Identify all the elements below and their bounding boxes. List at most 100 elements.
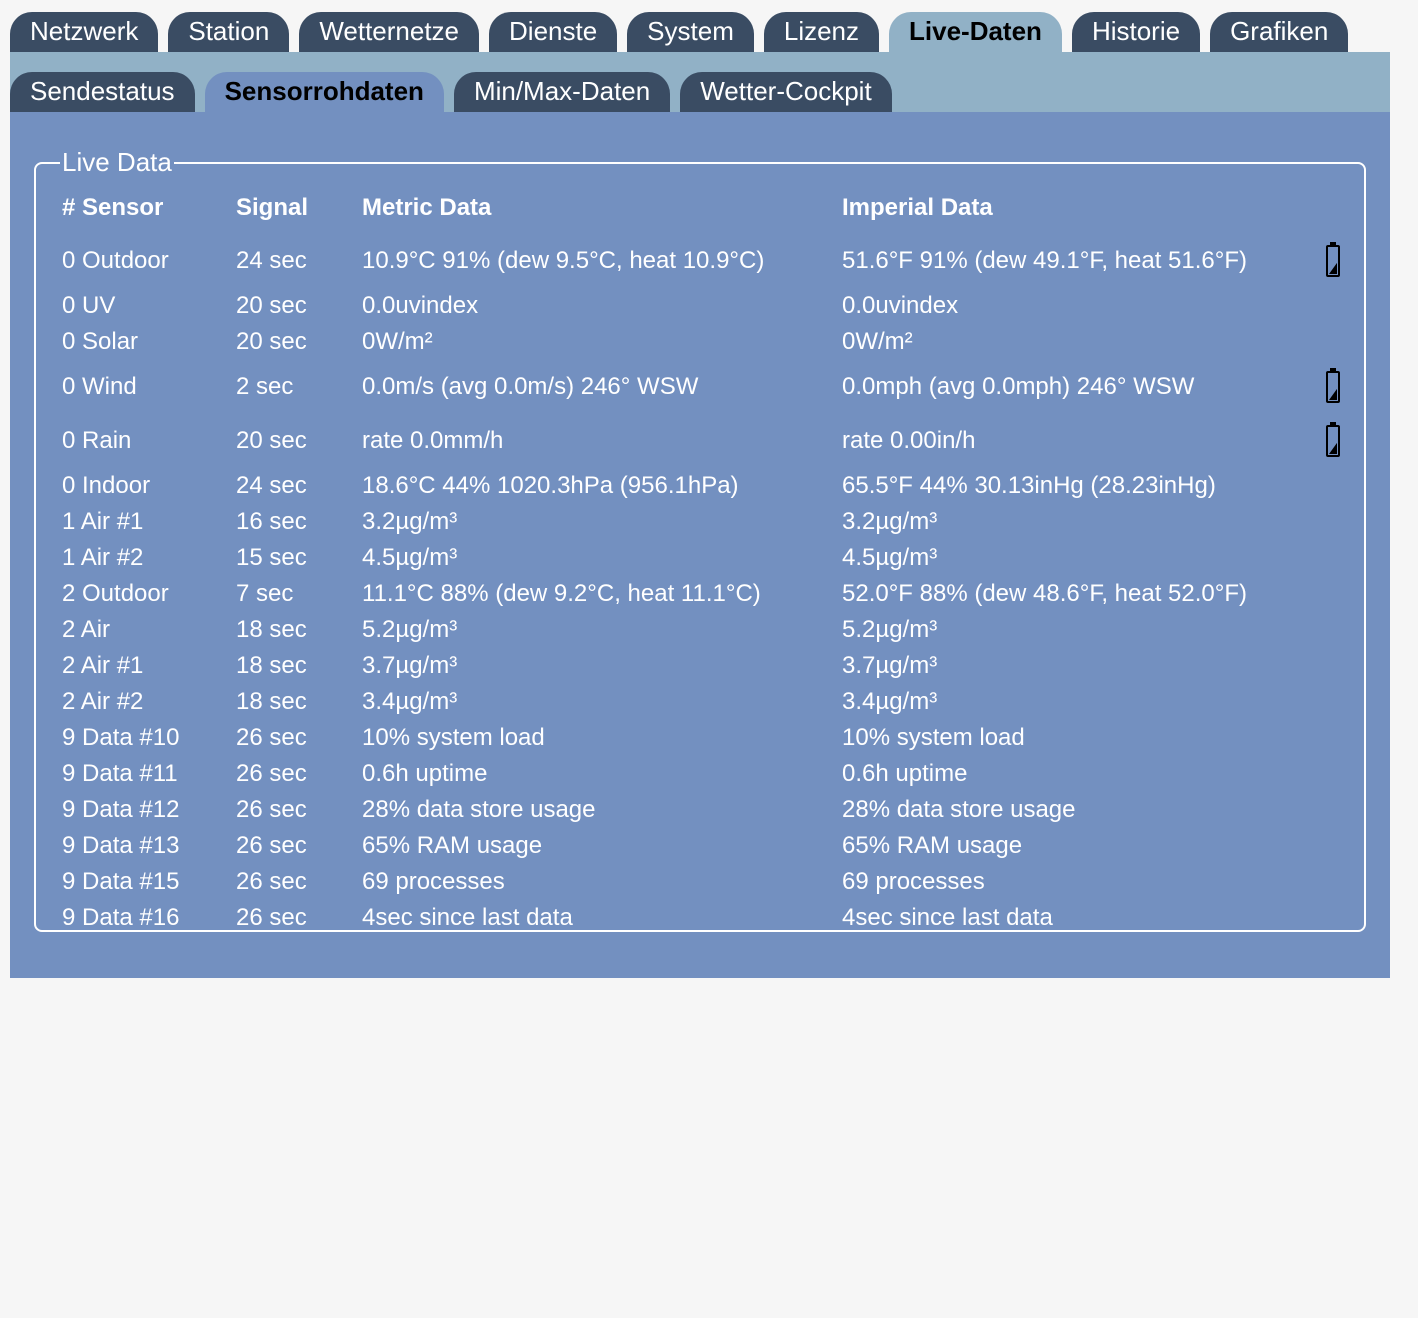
sensor-metric: 0W/m² [362, 328, 433, 355]
sensor-metric: 0.0m/s (avg 0.0m/s) 246° WSW [362, 373, 699, 400]
tab-historie[interactable]: Historie [1071, 12, 1201, 52]
sensor-name: 9 Data #10 [62, 724, 180, 751]
sensor-name: 0 Wind [62, 373, 137, 400]
header-signal: Signal [236, 194, 309, 221]
sub-tab-bar: Sendestatus Sensorrohdaten Min/Max-Daten We… [10, 52, 1390, 112]
battery-cell [1312, 612, 1340, 648]
subtab-min-max-daten[interactable]: Min/Max-Daten [453, 72, 671, 112]
sensor-signal: 26 sec [236, 796, 307, 823]
sensor-name: 2 Air #1 [62, 652, 144, 679]
subtab-sensorrohdaten[interactable]: Sensorrohdaten [204, 72, 444, 112]
table-row: 1 Air #2 15 sec 4.5µg/m³ 4.5µg/m³ [62, 540, 1340, 576]
live-data-fieldset: Live Data # Sensor Signal Metric Data Im… [34, 147, 1366, 932]
tab-dienste[interactable]: Dienste [489, 12, 618, 52]
subtab-sendestatus[interactable]: Sendestatus [10, 72, 195, 112]
sensor-signal: 7 sec [236, 580, 294, 607]
content-panel: Live Data # Sensor Signal Metric Data Im… [10, 112, 1390, 978]
sensor-name: 0 Rain [62, 427, 132, 454]
battery-level [1329, 262, 1337, 274]
header-imperial: Imperial Data [842, 194, 993, 221]
sensor-metric: 10% system load [362, 724, 545, 751]
battery-cell [1312, 828, 1340, 864]
tab-lizenz[interactable]: Lizenz [763, 12, 880, 52]
table-row: 0 Wind 2 sec 0.0m/s (avg 0.0m/s) 246° WSW 0… [62, 360, 1340, 414]
table-row: 2 Air #1 18 sec 3.7µg/m³ 3.7µg/m³ [62, 648, 1340, 684]
sensor-table: # Sensor Signal Metric Data Imperial Dat… [62, 192, 1340, 936]
battery-cell [1312, 288, 1340, 324]
sensor-signal: 24 sec [236, 247, 307, 274]
sensor-signal: 15 sec [236, 544, 307, 571]
table-row: 0 Rain 20 sec rate 0.0mm/h rate 0.00in/h [62, 414, 1340, 468]
sensor-metric: rate 0.0mm/h [362, 427, 504, 454]
sensor-metric: 69 processes [362, 868, 505, 895]
sensor-imperial: 3.2µg/m³ [842, 508, 938, 535]
sensor-imperial: 65% RAM usage [842, 832, 1023, 859]
battery-cell [1312, 360, 1340, 414]
table-row: 0 Outdoor 24 sec 10.9°C 91% (dew 9.5°C, he… [62, 234, 1340, 288]
tab-live-daten[interactable]: Live-Daten [889, 12, 1062, 52]
battery-icon [1326, 368, 1340, 403]
sensor-name: 1 Air #1 [62, 508, 144, 535]
sensor-name: 1 Air #2 [62, 544, 144, 571]
sensor-imperial: 28% data store usage [842, 796, 1076, 823]
sensor-imperial: 51.6°F 91% (dew 49.1°F, heat 51.6°F) [842, 247, 1248, 274]
sensor-imperial: 0.0uvindex [842, 292, 959, 319]
sensor-name: 2 Air #2 [62, 688, 144, 715]
sensor-imperial: 65.5°F 44% 30.13inHg (28.23inHg) [842, 472, 1216, 499]
battery-icon [1326, 422, 1340, 457]
sensor-imperial: 4sec since last data [842, 904, 1053, 931]
sensor-name: 2 Air [62, 616, 111, 643]
sensor-metric: 3.7µg/m³ [362, 652, 458, 679]
sensor-name: 9 Data #13 [62, 832, 180, 859]
sensor-signal: 26 sec [236, 760, 307, 787]
sensor-imperial: rate 0.00in/h [842, 427, 976, 454]
sensor-metric: 28% data store usage [362, 796, 596, 823]
table-row: 9 Data #10 26 sec 10% system load 10% syste… [62, 720, 1340, 756]
sensor-metric: 11.1°C 88% (dew 9.2°C, heat 11.1°C) [362, 580, 761, 607]
battery-cell [1312, 864, 1340, 900]
tab-grafiken[interactable]: Grafiken [1210, 12, 1349, 52]
sensor-metric: 4.5µg/m³ [362, 544, 458, 571]
sensor-imperial: 3.7µg/m³ [842, 652, 938, 679]
sensor-imperial: 10% system load [842, 724, 1025, 751]
battery-cell [1312, 756, 1340, 792]
app: Netzwerk Station Wetternetze Dienste System L… [10, 0, 1390, 978]
table-row: 9 Data #13 26 sec 65% RAM usage 65% RAM usa… [62, 828, 1340, 864]
header-battery [1312, 192, 1340, 234]
main-tab-bar: Netzwerk Station Wetternetze Dienste System L… [10, 0, 1390, 52]
battery-cell [1312, 576, 1340, 612]
table-row: 0 UV 20 sec 0.0uvindex 0.0uvindex [62, 288, 1340, 324]
sensor-signal: 20 sec [236, 427, 307, 454]
sensor-table-header: # Sensor Signal Metric Data Imperial Dat… [62, 192, 1340, 234]
sensor-imperial: 4.5µg/m³ [842, 544, 938, 571]
tab-wetternetze[interactable]: Wetternetze [299, 12, 480, 52]
sensor-signal: 18 sec [236, 652, 307, 679]
tab-system[interactable]: System [627, 12, 754, 52]
sensor-name: 9 Data #12 [62, 796, 180, 823]
table-row: 9 Data #15 26 sec 69 processes 69 processes [62, 864, 1340, 900]
sensor-signal: 26 sec [236, 868, 307, 895]
sensor-imperial: 0W/m² [842, 328, 913, 355]
subtab-wetter-cockpit[interactable]: Wetter-Cockpit [680, 72, 892, 112]
sensor-imperial: 5.2µg/m³ [842, 616, 938, 643]
battery-cell [1312, 324, 1340, 360]
battery-cell [1312, 414, 1340, 468]
table-row: 1 Air #1 16 sec 3.2µg/m³ 3.2µg/m³ [62, 504, 1340, 540]
table-row: 0 Indoor 24 sec 18.6°C 44% 1020.3hPa (956.… [62, 468, 1340, 504]
sensor-metric: 3.4µg/m³ [362, 688, 458, 715]
sensor-name: 0 Indoor [62, 472, 151, 499]
sensor-metric: 10.9°C 91% (dew 9.5°C, heat 10.9°C) [362, 247, 765, 274]
battery-cell [1312, 648, 1340, 684]
sensor-signal: 20 sec [236, 328, 307, 355]
tab-netzwerk[interactable]: Netzwerk [10, 12, 159, 52]
table-row: 2 Air 18 sec 5.2µg/m³ 5.2µg/m³ [62, 612, 1340, 648]
sensor-name: 9 Data #15 [62, 868, 180, 895]
sensor-signal: 2 sec [236, 373, 294, 400]
battery-cell [1312, 900, 1340, 936]
sensor-signal: 16 sec [236, 508, 307, 535]
sensor-name: 0 Outdoor [62, 247, 169, 274]
tab-station[interactable]: Station [168, 12, 290, 52]
table-row: 9 Data #16 26 sec 4sec since last data 4sec… [62, 900, 1340, 936]
battery-cell [1312, 540, 1340, 576]
sensor-signal: 26 sec [236, 832, 307, 859]
